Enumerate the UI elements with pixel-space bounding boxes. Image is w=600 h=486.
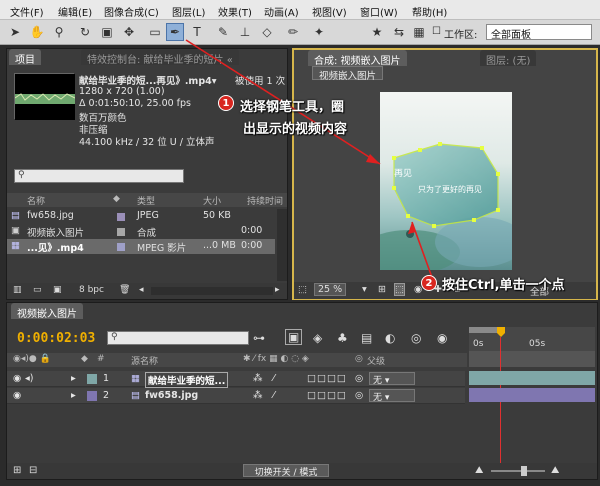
step-1-badge: 1: [218, 95, 234, 111]
step-1-text-line1: 选择钢笔工具，圈: [240, 100, 345, 115]
step-2-badge: 2: [421, 275, 437, 291]
step-2-text: 按住Ctrl,单击一个点: [442, 278, 565, 293]
step-1-text-line2: 出显示的视频内容: [243, 122, 348, 137]
annotation-arrows: [185, 39, 435, 284]
